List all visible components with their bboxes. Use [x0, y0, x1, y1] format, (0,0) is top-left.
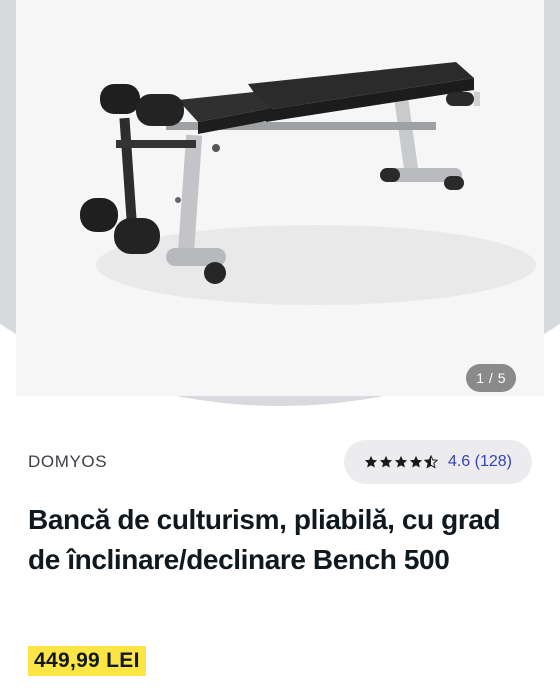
brand-rating-row: DOMYOS 4.6 (128) — [28, 440, 532, 484]
product-image-gallery[interactable]: 1 / 5 — [0, 0, 560, 410]
star-icon — [364, 455, 378, 468]
rating-button[interactable]: 4.6 (128) — [343, 440, 532, 484]
product-photo[interactable]: 1 / 5 — [16, 0, 544, 396]
product-price: 449,99 LEI — [28, 646, 146, 676]
image-pager: 1 / 5 — [466, 364, 516, 392]
bench-image — [80, 62, 536, 305]
half-star-icon — [423, 455, 438, 469]
product-title: Bancă de culturism, pliabilă, cu grad de… — [28, 504, 501, 575]
star-icon — [394, 455, 408, 468]
rating-stars — [364, 455, 438, 469]
star-icon — [409, 455, 423, 468]
rating-value: 4.6 (128) — [447, 453, 512, 470]
brand-name[interactable]: DOMYOS — [28, 452, 107, 472]
star-icon — [379, 455, 393, 468]
